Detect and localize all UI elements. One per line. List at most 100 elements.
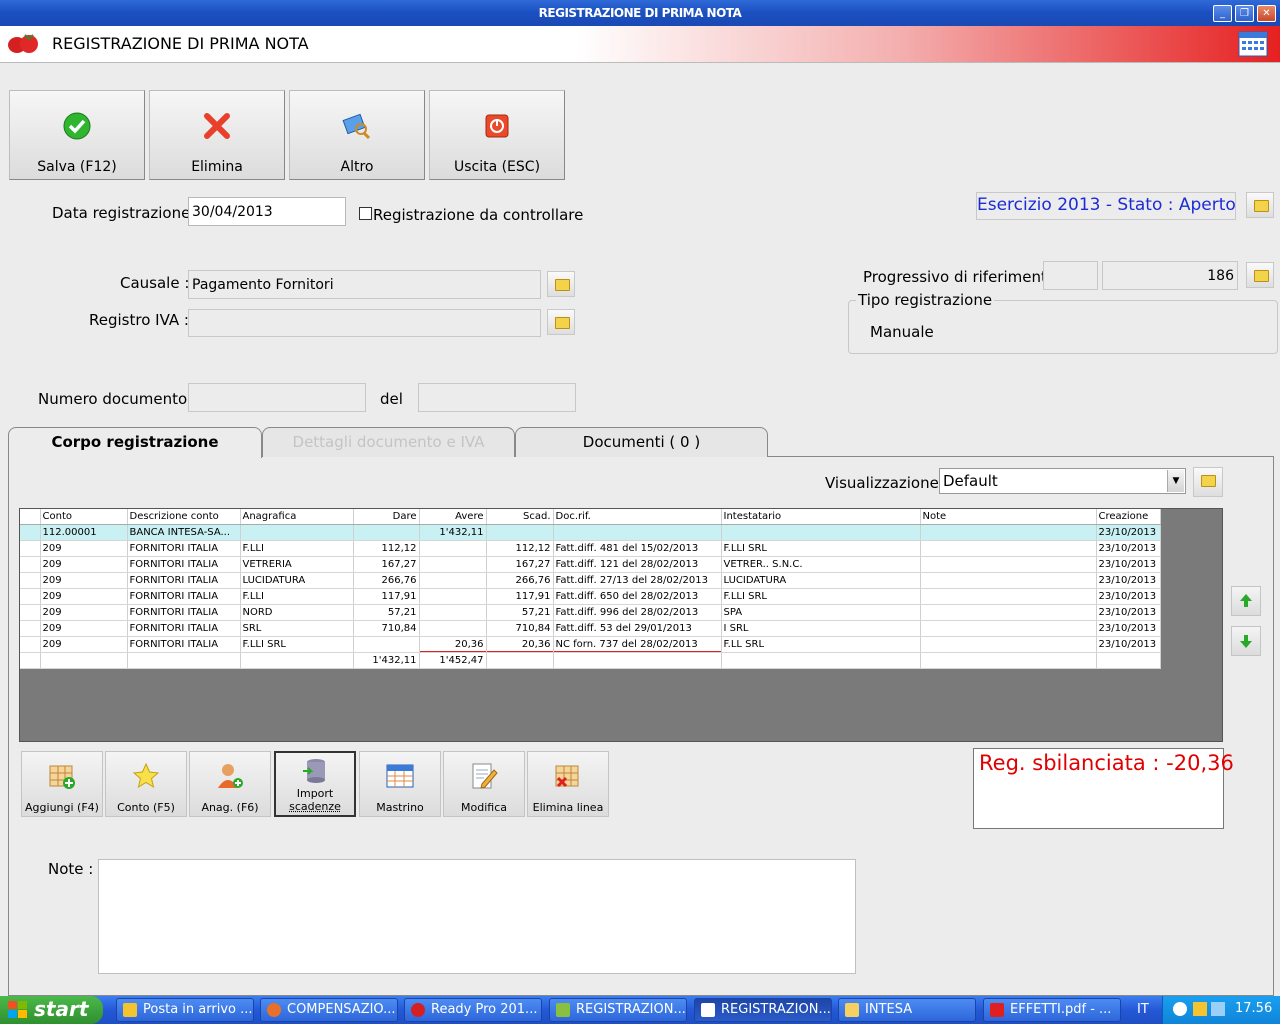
- table-cell[interactable]: VETRER.. S.N.C.: [721, 557, 920, 573]
- tab-corpo-registrazione[interactable]: Corpo registrazione: [8, 427, 262, 458]
- table-cell[interactable]: FORNITORI ITALIA: [127, 605, 240, 621]
- taskbar-item-mail[interactable]: Posta in arrivo ...: [116, 998, 254, 1022]
- column-header[interactable]: Conto: [40, 509, 127, 525]
- row-header-cell[interactable]: [20, 589, 40, 605]
- column-header[interactable]: Descrizione conto: [127, 509, 240, 525]
- progressivo-number-input[interactable]: [1102, 261, 1238, 290]
- registration-grid[interactable]: Conto Descrizione conto Anagrafica Dare Aver…: [19, 508, 1223, 742]
- other-button[interactable]: Altro: [289, 90, 425, 180]
- table-cell[interactable]: [419, 541, 486, 557]
- notes-textarea[interactable]: [98, 859, 856, 974]
- table-cell[interactable]: F.LLI SRL: [721, 589, 920, 605]
- tab-dettagli-documento[interactable]: Dettagli documento e IVA: [262, 427, 515, 457]
- visualizzazione-select[interactable]: Default ▼: [939, 468, 1186, 494]
- table-cell[interactable]: 117,91: [486, 589, 553, 605]
- account-button[interactable]: Conto (F5): [105, 751, 187, 817]
- row-header-cell[interactable]: [20, 573, 40, 589]
- table-cell[interactable]: FORNITORI ITALIA: [127, 573, 240, 589]
- table-cell[interactable]: 209: [40, 621, 127, 637]
- table-row[interactable]: 209 FORNITORI ITALIA F.LLI SRL 20,36 20,36 NC…: [20, 637, 1160, 653]
- table-cell[interactable]: 266,76: [486, 573, 553, 589]
- table-cell[interactable]: F.LLI: [240, 541, 353, 557]
- table-cell[interactable]: [920, 557, 1096, 573]
- table-cell[interactable]: 209: [40, 637, 127, 653]
- table-row[interactable]: 209 FORNITORI ITALIA VETRERIA 167,27 167,27 F…: [20, 557, 1160, 573]
- causale-input[interactable]: [188, 270, 541, 299]
- table-cell[interactable]: 57,21: [486, 605, 553, 621]
- table-row[interactable]: 209 FORNITORI ITALIA LUCIDATURA 266,76 266,7…: [20, 573, 1160, 589]
- table-cell[interactable]: [419, 605, 486, 621]
- column-header[interactable]: Doc.rif.: [553, 509, 721, 525]
- table-cell[interactable]: 167,27: [353, 557, 419, 573]
- table-cell[interactable]: Fatt.diff. 481 del 15/02/2013: [553, 541, 721, 557]
- progressivo-folder-button[interactable]: [1246, 262, 1274, 288]
- table-cell[interactable]: [419, 557, 486, 573]
- table-cell[interactable]: SRL: [240, 621, 353, 637]
- table-cell[interactable]: [419, 589, 486, 605]
- delete-button[interactable]: Elimina: [149, 90, 285, 180]
- table-cell[interactable]: [353, 525, 419, 541]
- control-checkbox[interactable]: [359, 207, 372, 220]
- table-cell[interactable]: Fatt.diff. 53 del 29/01/2013: [553, 621, 721, 637]
- column-header[interactable]: Avere: [419, 509, 486, 525]
- tab-documenti[interactable]: Documenti ( 0 ): [515, 427, 768, 457]
- table-cell[interactable]: 266,76: [353, 573, 419, 589]
- documento-date-input[interactable]: [418, 383, 576, 412]
- table-cell[interactable]: [419, 621, 486, 637]
- table-row[interactable]: 209 FORNITORI ITALIA F.LLI 112,12 112,12 Fatt…: [20, 541, 1160, 557]
- table-cell[interactable]: 710,84: [486, 621, 553, 637]
- table-cell[interactable]: F.LLI: [240, 589, 353, 605]
- causale-folder-button[interactable]: [547, 271, 575, 297]
- table-cell[interactable]: LUCIDATURA: [240, 573, 353, 589]
- table-cell[interactable]: 23/10/2013: [1096, 605, 1160, 621]
- table-cell[interactable]: 23/10/2013: [1096, 589, 1160, 605]
- table-cell[interactable]: 209: [40, 589, 127, 605]
- table-cell[interactable]: 23/10/2013: [1096, 557, 1160, 573]
- row-header-cell[interactable]: [20, 637, 40, 653]
- start-button[interactable]: start: [0, 996, 103, 1024]
- table-cell[interactable]: 20,36: [419, 637, 486, 653]
- table-cell[interactable]: 209: [40, 573, 127, 589]
- ledger-button[interactable]: Mastrino: [359, 751, 441, 817]
- row-header-cell[interactable]: [20, 541, 40, 557]
- numero-documento-input[interactable]: [188, 383, 366, 412]
- language-indicator[interactable]: IT: [1137, 1002, 1149, 1017]
- add-line-button[interactable]: Aggiungi (F4): [21, 751, 103, 817]
- exit-button[interactable]: Uscita (ESC): [429, 90, 565, 180]
- table-row[interactable]: 112.00001 BANCA INTESA-SA... 1'432,11 23/10…: [20, 525, 1160, 541]
- table-cell[interactable]: 209: [40, 541, 127, 557]
- table-cell[interactable]: NORD: [240, 605, 353, 621]
- save-button[interactable]: Salva (F12): [9, 90, 145, 180]
- column-header[interactable]: Dare: [353, 509, 419, 525]
- table-cell[interactable]: Fatt.diff. 650 del 28/02/2013: [553, 589, 721, 605]
- table-cell[interactable]: [419, 573, 486, 589]
- table-cell[interactable]: VETRERIA: [240, 557, 353, 573]
- table-cell[interactable]: 23/10/2013: [1096, 525, 1160, 541]
- row-header-cell[interactable]: [20, 605, 40, 621]
- move-down-button[interactable]: [1231, 626, 1261, 656]
- table-cell[interactable]: [920, 605, 1096, 621]
- registro-iva-folder-button[interactable]: [547, 309, 575, 335]
- table-cell[interactable]: [721, 525, 920, 541]
- tray-network-icon[interactable]: [1211, 1002, 1225, 1016]
- column-header[interactable]: Creazione: [1096, 509, 1160, 525]
- table-cell[interactable]: NC forn. 737 del 28/02/2013: [553, 637, 721, 653]
- table-cell[interactable]: 710,84: [353, 621, 419, 637]
- close-button[interactable]: ✕: [1257, 5, 1276, 22]
- fiscal-year-folder-button[interactable]: [1246, 192, 1274, 218]
- table-cell[interactable]: I SRL: [721, 621, 920, 637]
- table-cell[interactable]: 23/10/2013: [1096, 573, 1160, 589]
- registro-iva-input[interactable]: [188, 309, 541, 337]
- table-cell[interactable]: 23/10/2013: [1096, 621, 1160, 637]
- table-cell[interactable]: [920, 637, 1096, 653]
- taskbar-item-readypro[interactable]: Ready Pro 201...: [404, 998, 542, 1022]
- delete-line-button[interactable]: Elimina linea: [527, 751, 609, 817]
- table-cell[interactable]: F.LL SRL: [721, 637, 920, 653]
- table-cell[interactable]: Fatt.diff. 121 del 28/02/2013: [553, 557, 721, 573]
- row-header-cell[interactable]: [20, 621, 40, 637]
- calendar-icon[interactable]: [1238, 30, 1268, 58]
- edit-button[interactable]: Modifica: [443, 751, 525, 817]
- anag-button[interactable]: Anag. (F6): [189, 751, 271, 817]
- move-up-button[interactable]: [1231, 586, 1261, 616]
- table-cell[interactable]: 209: [40, 557, 127, 573]
